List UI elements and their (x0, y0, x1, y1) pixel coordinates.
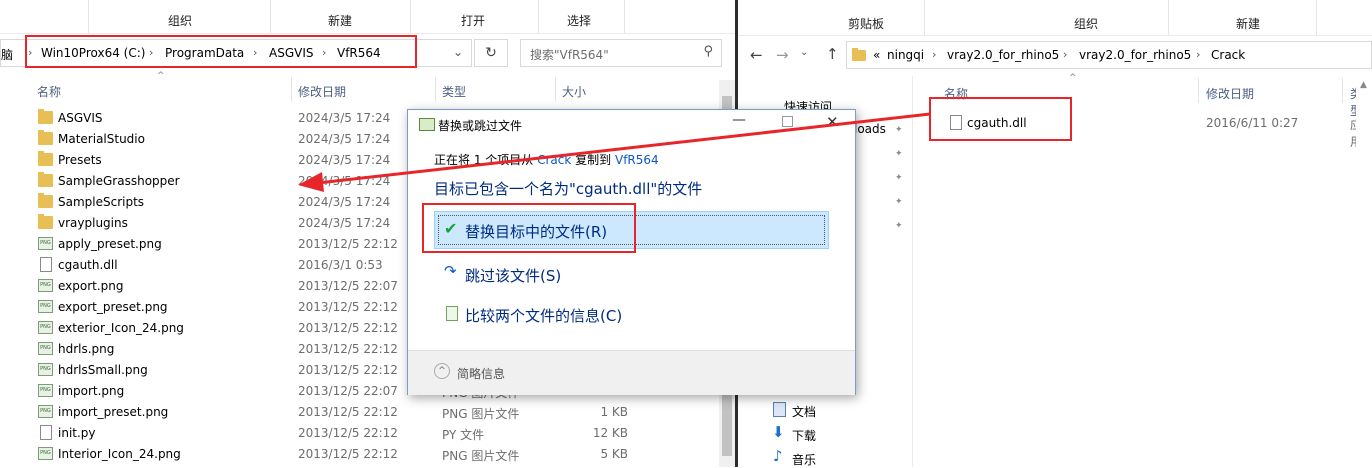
annotation-arrow (298, 112, 931, 192)
